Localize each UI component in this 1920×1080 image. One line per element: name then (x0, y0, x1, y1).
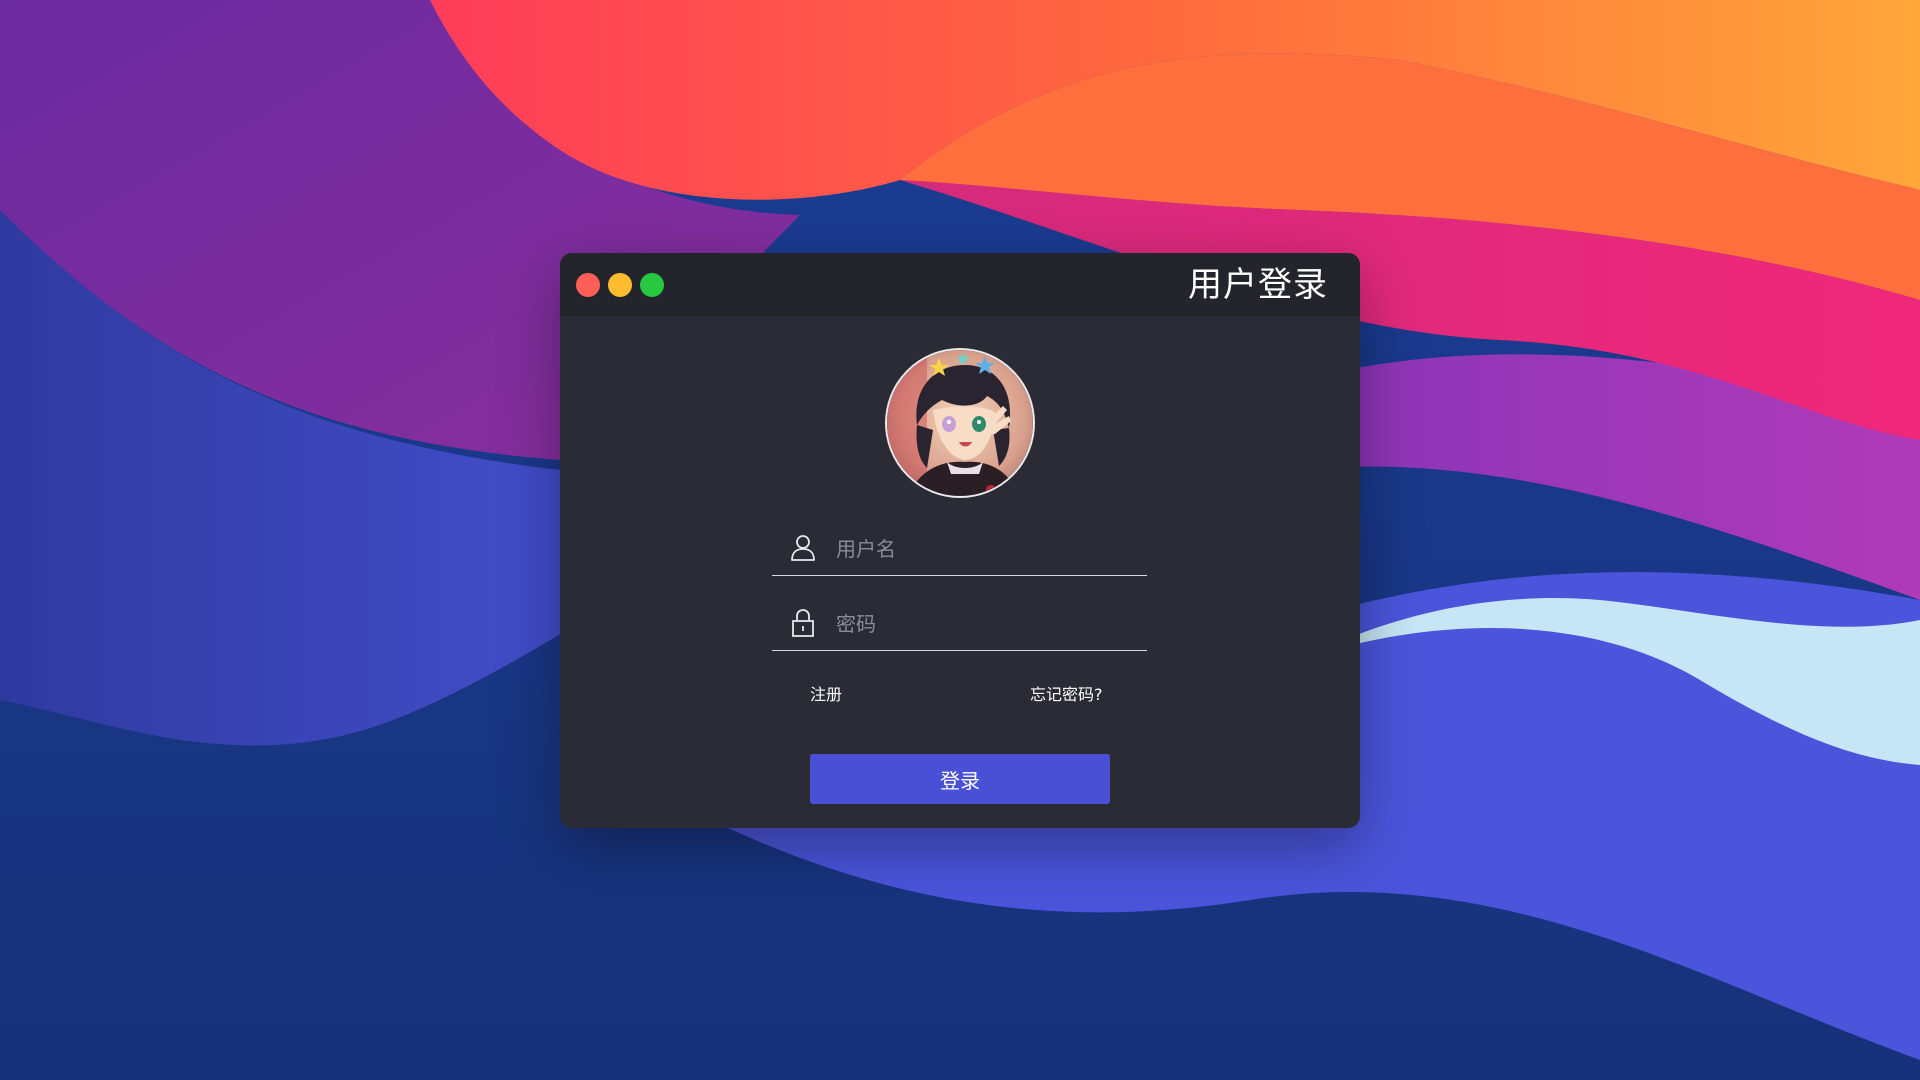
password-input[interactable] (834, 606, 1138, 642)
maximize-window-button[interactable] (640, 273, 664, 297)
lock-icon (792, 609, 814, 637)
anime-avatar-icon (887, 350, 1033, 496)
register-link[interactable]: 注册 (810, 685, 842, 705)
password-field (772, 598, 1147, 651)
title-bar: 用户登录 (560, 253, 1360, 316)
minimize-window-button[interactable] (608, 273, 632, 297)
user-icon (791, 535, 815, 561)
username-input[interactable] (834, 531, 1138, 567)
close-window-button[interactable] (576, 273, 600, 297)
login-window: 用户登录 用户名 注册 忘记密码? 登录 (560, 253, 1360, 828)
username-field (772, 523, 1147, 576)
login-button[interactable]: 登录 (810, 754, 1110, 804)
window-title: 用户登录 (1188, 265, 1328, 305)
avatar (885, 348, 1035, 498)
desktop: 用户登录 用户名 注册 忘记密码? 登录 (0, 0, 1920, 1080)
forgot-password-link[interactable]: 忘记密码? (1030, 685, 1103, 705)
